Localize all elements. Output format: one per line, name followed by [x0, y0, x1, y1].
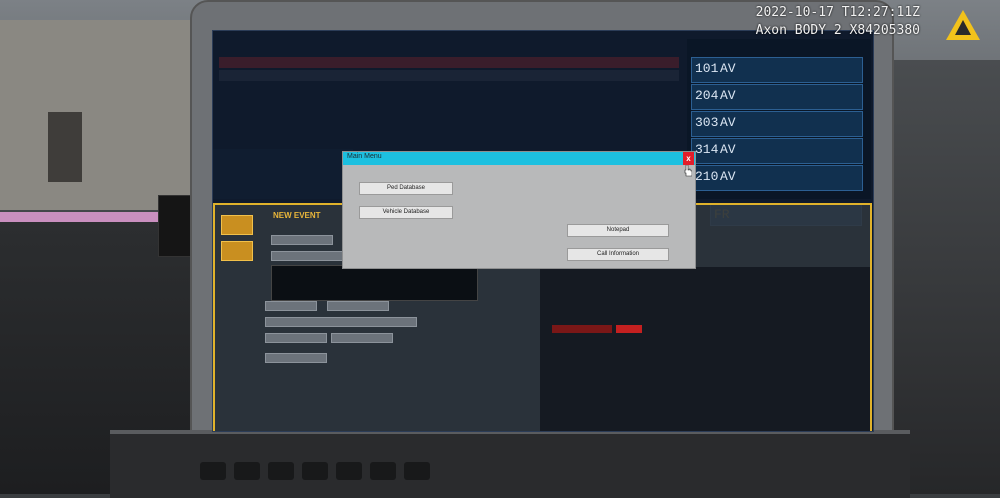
event-field[interactable]: [271, 235, 333, 245]
unit-card[interactable]: 101 AV: [691, 57, 863, 83]
new-event-title: NEW EVENT: [273, 211, 321, 220]
unit-number: 303: [695, 115, 719, 130]
main-menu-titlebar[interactable]: Main Menu: [343, 152, 695, 165]
unit-number: 314: [695, 142, 719, 157]
unit-card[interactable]: 314 AV: [691, 138, 863, 164]
unit-number: 204: [695, 88, 719, 103]
event-field[interactable]: [265, 353, 327, 363]
background-building: [0, 20, 200, 210]
event-field[interactable]: [265, 317, 417, 327]
event-action-button[interactable]: [221, 241, 253, 261]
unit-card[interactable]: 303 AV: [691, 111, 863, 137]
event-field[interactable]: [265, 333, 327, 343]
device-id-text: Axon BODY 2 X84205380: [755, 23, 920, 38]
call-information-button[interactable]: Call Information: [567, 248, 669, 261]
timestamp-text: 2022-10-17 T12:27:11Z: [755, 5, 920, 20]
unit-status: AV: [720, 88, 736, 103]
event-field[interactable]: [331, 333, 393, 343]
background-window: [48, 112, 82, 182]
key-f5: [336, 462, 362, 480]
unit-card[interactable]: 210 AV: [691, 165, 863, 191]
event-field[interactable]: [271, 251, 353, 261]
key-f4: [302, 462, 328, 480]
close-button[interactable]: x: [683, 152, 694, 165]
unit-status: AV: [720, 142, 736, 157]
warning-flag: [616, 325, 642, 333]
notepad-button[interactable]: Notepad: [567, 224, 669, 237]
event-row-2[interactable]: [219, 70, 679, 81]
unit-number: 101: [695, 61, 719, 76]
bodycam-overlay: 2022-10-17 T12:27:11Z Axon BODY 2 X84205…: [756, 4, 920, 40]
unit-status: AV: [720, 169, 736, 184]
key-f1: [200, 462, 226, 480]
key-f2: [234, 462, 260, 480]
hand-cursor-icon: [684, 165, 692, 177]
unit-number: 210: [695, 169, 719, 184]
unit-status: AV: [720, 61, 736, 76]
main-menu-title: Main Menu: [347, 153, 382, 160]
event-action-button[interactable]: [221, 215, 253, 235]
close-icon: x: [686, 154, 691, 163]
warning-flag: [552, 325, 612, 333]
event-notes-box[interactable]: [271, 265, 478, 301]
event-field[interactable]: [327, 301, 389, 311]
laptop-keyboard: [110, 430, 910, 498]
axon-logo-icon: [946, 10, 980, 40]
vehicle-database-button[interactable]: Vehicle Database: [359, 206, 453, 219]
key-f7: [404, 462, 430, 480]
ped-database-button[interactable]: Ped Database: [359, 182, 453, 195]
key-f6: [370, 462, 396, 480]
call-details-panel: [540, 267, 870, 431]
main-menu-window: Main Menu x Ped Database Vehicle Databas…: [342, 151, 696, 269]
unit-card[interactable]: 204 AV: [691, 84, 863, 110]
unit-status: AV: [720, 115, 736, 130]
attached-units-panel: [213, 149, 353, 199]
key-f3: [268, 462, 294, 480]
unit-list: 101 AV 204 AV 303 AV 314 AV 210 AV: [687, 39, 871, 199]
event-field[interactable]: [265, 301, 317, 311]
event-row-1[interactable]: [219, 57, 679, 68]
